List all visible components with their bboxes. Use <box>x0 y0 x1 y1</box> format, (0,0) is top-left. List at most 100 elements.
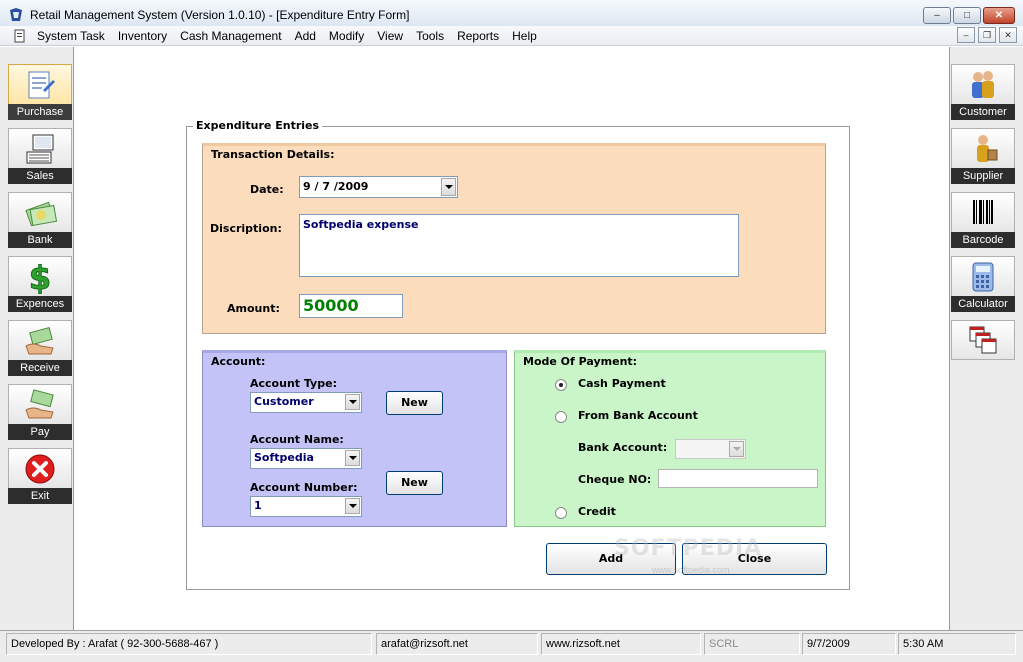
cash-payment-label[interactable]: Cash Payment <box>578 377 666 390</box>
left-toolbar: Purchase Sales Bank $ Expences Receive P… <box>0 47 74 630</box>
purchase-label: Purchase <box>8 104 72 120</box>
cheque-number-field[interactable] <box>658 469 818 488</box>
menu-add[interactable]: Add <box>295 29 316 43</box>
menu-cash-management[interactable]: Cash Management <box>180 29 281 43</box>
account-type-value: Customer <box>254 395 314 408</box>
new-account-type-button[interactable]: New <box>386 391 443 415</box>
menu-modify[interactable]: Modify <box>329 29 364 43</box>
barcode-label: Barcode <box>951 232 1015 248</box>
account-number-dropdown-icon[interactable] <box>345 498 360 514</box>
account-type-dropdown-icon[interactable] <box>345 394 360 410</box>
payment-mode-panel: Mode Of Payment: Cash Payment From Bank … <box>514 350 826 527</box>
sales-label: Sales <box>8 168 72 184</box>
payment-mode-title: Mode Of Payment: <box>523 355 638 368</box>
menu-reports[interactable]: Reports <box>457 29 499 43</box>
account-name-select[interactable]: Softpedia <box>250 448 362 469</box>
menu-help[interactable]: Help <box>512 29 537 43</box>
account-number-label: Account Number: <box>250 481 358 494</box>
form-area: Expenditure Entries Transaction Details:… <box>75 47 948 630</box>
pay-icon <box>25 388 54 418</box>
status-developer: Developed By : Arafat ( 92-300-5688-467 … <box>6 633 372 655</box>
account-type-select[interactable]: Customer <box>250 392 362 413</box>
barcode-button[interactable]: Barcode <box>951 192 1015 248</box>
supplier-icon <box>977 134 998 162</box>
menu-bar: System Task Inventory Cash Management Ad… <box>0 26 1023 46</box>
account-name-dropdown-icon[interactable] <box>345 450 360 466</box>
bank-account-select[interactable] <box>675 439 746 459</box>
calculator-button[interactable]: Calculator <box>951 256 1015 312</box>
status-time: 5:30 AM <box>898 633 1016 655</box>
expenses-button[interactable]: $ Expences <box>8 256 72 312</box>
receive-icon <box>25 326 54 354</box>
receive-label: Receive <box>8 360 72 376</box>
description-label: Discription: <box>210 222 282 235</box>
close-window-button[interactable]: ✕ <box>983 7 1015 24</box>
date-label: Date: <box>250 183 284 196</box>
minimize-button[interactable]: ‒ <box>923 7 951 24</box>
bank-icon <box>25 201 57 226</box>
calculator-icon <box>972 262 994 291</box>
menu-system-task[interactable]: System Task <box>37 29 105 43</box>
credit-radio[interactable] <box>555 507 567 519</box>
purchase-icon <box>28 71 55 98</box>
customer-button[interactable]: Customer <box>951 64 1015 120</box>
date-picker[interactable]: 9 / 7 /2009 <box>299 176 458 198</box>
account-name-value: Softpedia <box>254 451 314 464</box>
transaction-details-panel: Transaction Details: Date: 9 / 7 /2009 D… <box>202 143 826 334</box>
account-title: Account: <box>211 355 266 368</box>
purchase-button[interactable]: Purchase <box>8 64 72 120</box>
receive-button[interactable]: Receive <box>8 320 72 376</box>
sales-button[interactable]: Sales <box>8 128 72 184</box>
bank-account-label: Bank Account: <box>578 441 668 454</box>
description-field[interactable]: Softpedia expense <box>299 214 739 277</box>
bank-account-dropdown-icon[interactable] <box>729 441 744 457</box>
child-minimize-button[interactable]: ‒ <box>957 27 975 43</box>
document-menu-icon[interactable] <box>13 29 27 43</box>
bank-account-radio[interactable] <box>555 411 567 423</box>
pay-button[interactable]: Pay <box>8 384 72 440</box>
date-value: 9 / 7 /2009 <box>303 180 369 193</box>
exit-label: Exit <box>8 488 72 504</box>
transaction-details-title: Transaction Details: <box>211 148 335 161</box>
group-title: Expenditure Entries <box>193 119 323 132</box>
menu-tools[interactable]: Tools <box>416 29 444 43</box>
cascade-windows-button[interactable] <box>951 320 1015 360</box>
cash-payment-radio[interactable] <box>555 379 567 391</box>
calculator-label: Calculator <box>951 296 1015 312</box>
cheque-number-label: Cheque NO: <box>578 473 652 486</box>
watermark-url: www.softpedia.com <box>652 565 730 575</box>
svg-text:$: $ <box>29 260 51 294</box>
account-panel: Account: Account Type: Customer New Acco… <box>202 350 507 527</box>
status-date: 9/7/2009 <box>802 633 896 655</box>
status-email: arafat@rizsoft.net <box>376 633 538 655</box>
supplier-label: Supplier <box>951 168 1015 184</box>
cascade-windows-icon <box>969 326 997 354</box>
amount-field[interactable]: 50000 <box>299 294 403 318</box>
expenses-label: Expences <box>8 296 72 312</box>
new-account-number-button[interactable]: New <box>386 471 443 495</box>
child-close-button[interactable]: ✕ <box>999 27 1017 43</box>
right-toolbar: Customer Supplier Barcode Calculator <box>949 47 1023 630</box>
account-number-select[interactable]: 1 <box>250 496 362 517</box>
date-dropdown-icon[interactable] <box>441 178 456 196</box>
menu-view[interactable]: View <box>377 29 403 43</box>
account-name-label: Account Name: <box>250 433 344 446</box>
bank-button[interactable]: Bank <box>8 192 72 248</box>
barcode-icon <box>973 199 993 224</box>
bank-account-option-label[interactable]: From Bank Account <box>578 409 698 422</box>
window-title: Retail Management System (Version 1.0.10… <box>30 8 410 22</box>
child-restore-button[interactable]: ❐ <box>978 27 996 43</box>
expenses-icon: $ <box>28 260 51 294</box>
credit-label[interactable]: Credit <box>578 505 616 518</box>
watermark-text: SOFTPEDIA <box>614 536 763 561</box>
sales-icon <box>26 134 54 163</box>
maximize-button[interactable]: □ <box>953 7 981 24</box>
menu-inventory[interactable]: Inventory <box>118 29 167 43</box>
account-number-value: 1 <box>254 499 262 512</box>
status-website: www.rizsoft.net <box>541 633 701 655</box>
exit-button[interactable]: Exit <box>8 448 72 504</box>
supplier-button[interactable]: Supplier <box>951 128 1015 184</box>
amount-label: Amount: <box>227 302 280 315</box>
customer-label: Customer <box>951 104 1015 120</box>
account-type-label: Account Type: <box>250 377 337 390</box>
